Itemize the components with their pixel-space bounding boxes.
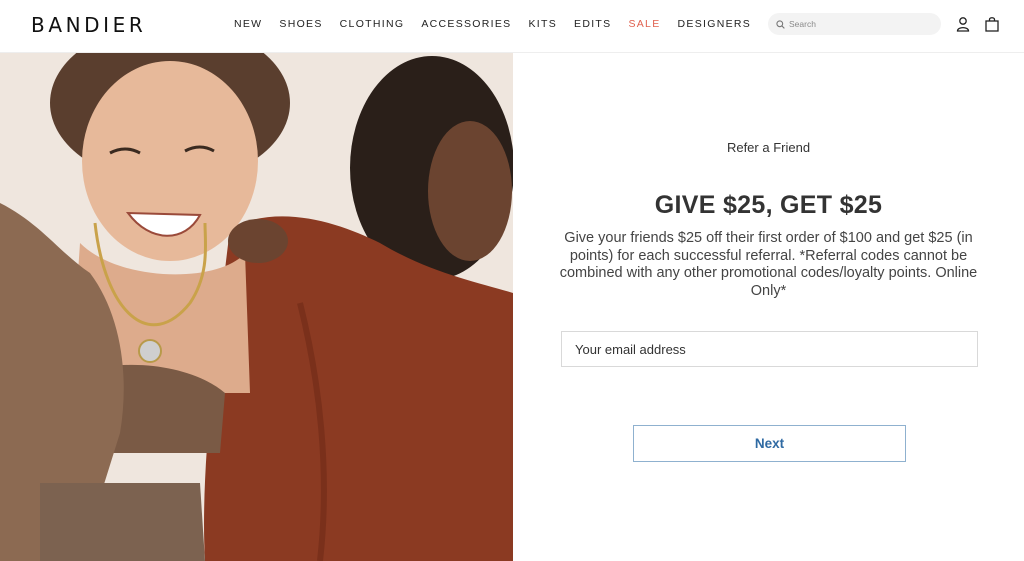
brand-logo[interactable]: BANDIER bbox=[31, 13, 146, 37]
hero-photo bbox=[0, 53, 513, 561]
nav-item-accessories[interactable]: ACCESSORIES bbox=[421, 18, 511, 30]
site-header: BANDIER NEW SHOES CLOTHING ACCESSORIES K… bbox=[0, 0, 1024, 53]
hero-photo-illustration bbox=[0, 53, 513, 561]
referral-panel: Refer a Friend GIVE $25, GET $25 Give yo… bbox=[513, 53, 1024, 561]
promo-headline: GIVE $25, GET $25 bbox=[654, 191, 883, 219]
nav-item-new[interactable]: NEW bbox=[234, 18, 262, 30]
shopping-bag-icon[interactable] bbox=[984, 16, 1000, 32]
next-button[interactable]: Next bbox=[633, 425, 906, 462]
search-bar[interactable] bbox=[768, 13, 941, 35]
nav-item-kits[interactable]: KITS bbox=[528, 18, 557, 30]
nav-item-shoes[interactable]: SHOES bbox=[279, 18, 322, 30]
email-field[interactable] bbox=[561, 331, 978, 367]
promo-description: Give your friends $25 off their first or… bbox=[559, 230, 978, 299]
nav-item-clothing[interactable]: CLOTHING bbox=[340, 18, 405, 30]
nav-item-edits[interactable]: EDITS bbox=[574, 18, 611, 30]
search-icon bbox=[776, 19, 785, 29]
search-input[interactable] bbox=[789, 19, 929, 29]
nav-item-sale[interactable]: SALE bbox=[628, 18, 660, 30]
section-eyebrow: Refer a Friend bbox=[726, 140, 811, 155]
nav-item-designers[interactable]: DESIGNERS bbox=[678, 18, 752, 30]
account-icon[interactable] bbox=[955, 16, 971, 32]
main-nav: NEW SHOES CLOTHING ACCESSORIES KITS EDIT… bbox=[234, 18, 768, 30]
